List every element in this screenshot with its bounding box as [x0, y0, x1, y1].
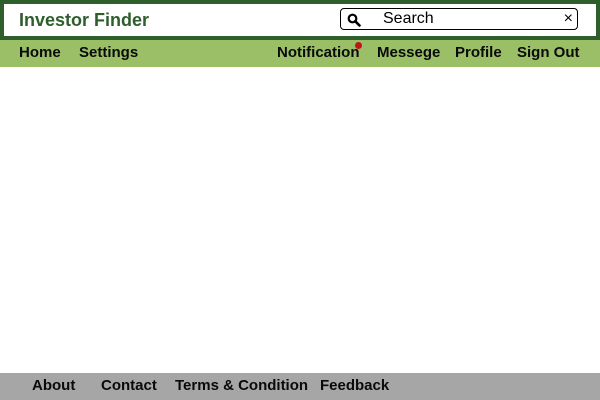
nav-profile[interactable]: Profile — [455, 44, 502, 62]
footer: About Contact Terms & Condition Feedback — [0, 373, 600, 400]
nav-settings[interactable]: Settings — [79, 44, 138, 62]
nav-sign-out[interactable]: Sign Out — [517, 44, 580, 62]
notification-badge — [355, 42, 362, 49]
search-icon[interactable] — [347, 13, 361, 27]
footer-contact[interactable]: Contact — [101, 377, 157, 395]
nav-bar: Home Settings Notification Messege Profi… — [0, 40, 600, 67]
close-icon[interactable]: × — [564, 10, 573, 28]
footer-feedback[interactable]: Feedback — [320, 377, 389, 395]
footer-about[interactable]: About — [32, 377, 75, 395]
app-title[interactable]: Investor Finder — [19, 9, 149, 31]
nav-home[interactable]: Home — [19, 44, 61, 62]
nav-notification[interactable]: Notification — [277, 44, 360, 62]
footer-terms[interactable]: Terms & Condition — [175, 377, 308, 395]
app-header: Investor Finder Search × — [0, 0, 600, 40]
search-bar[interactable]: Search × — [340, 8, 578, 30]
search-input[interactable]: Search — [383, 10, 434, 28]
nav-messages[interactable]: Messege — [377, 44, 440, 62]
